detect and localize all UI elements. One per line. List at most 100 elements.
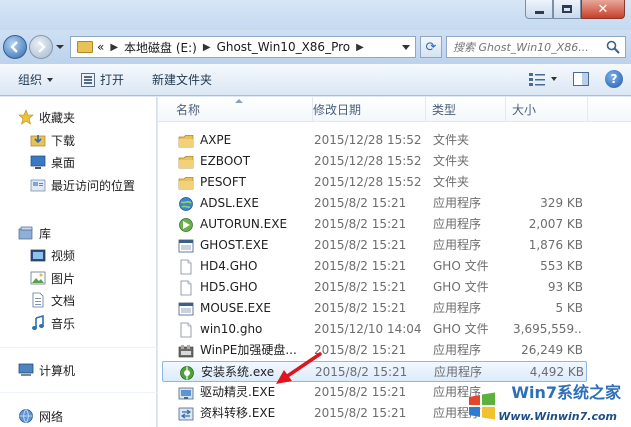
column-header-label: 类型 xyxy=(432,103,457,117)
sidebar-item-libraries[interactable]: 库 xyxy=(18,223,51,243)
sidebar-item-label: 桌面 xyxy=(51,155,76,170)
file-type: 文件夹 xyxy=(433,175,470,189)
view-options-dropdown[interactable] xyxy=(549,69,559,89)
address-bar[interactable]: « ▶ 本地磁盘 (E:) ▶ Ghost_Win10_X86_Pro ▶ xyxy=(70,36,416,58)
search-icon[interactable] xyxy=(606,40,620,54)
table-row[interactable]: AXPE 2015/12/28 15:52 文件夹 xyxy=(162,130,587,151)
table-row[interactable]: WinPE加强硬盘... 2015/8/2 15:21 应用程序 26,249 KB xyxy=(162,340,587,361)
minimize-button[interactable] xyxy=(525,0,553,19)
table-row[interactable]: AUTORUN.EXE 2015/8/2 15:21 应用程序 2,007 KB xyxy=(162,214,587,235)
recent-places-icon xyxy=(30,179,46,192)
file-name: EZBOOT xyxy=(200,154,251,168)
column-header-size[interactable]: 大小 xyxy=(506,97,588,122)
file-size xyxy=(513,151,583,172)
table-row[interactable]: PESOFT 2015/12/28 15:52 文件夹 xyxy=(162,172,587,193)
file-name-cell: ADSL.EXE xyxy=(178,193,306,214)
file-name-cell: GHOST.EXE xyxy=(178,235,306,256)
file-date: 2015/8/2 15:21 xyxy=(314,406,407,420)
sidebar-item-label: 收藏夹 xyxy=(39,110,76,125)
sidebar-item-label: 视频 xyxy=(51,248,76,263)
search-box[interactable] xyxy=(446,36,626,58)
file-name: HD5.GHO xyxy=(200,280,258,294)
table-row[interactable]: ADSL.EXE 2015/8/2 15:21 应用程序 329 KB xyxy=(162,193,587,214)
sidebar-item-favorites[interactable]: 收藏夹 xyxy=(18,107,75,127)
ghost-window-icon xyxy=(178,239,194,252)
video-library-icon xyxy=(30,249,46,262)
file-type: 应用程序 xyxy=(433,343,482,357)
table-row[interactable]: EZBOOT 2015/12/28 15:52 文件夹 xyxy=(162,151,587,172)
sidebar-item-network[interactable]: 网络 xyxy=(18,406,63,426)
column-header-label: 名称 xyxy=(176,103,201,117)
new-folder-button[interactable]: 新建文件夹 xyxy=(152,71,212,88)
file-size: 329 KB xyxy=(540,196,583,210)
column-header-date[interactable]: 修改日期 xyxy=(307,97,426,122)
maximize-icon xyxy=(562,5,572,13)
sidebar-item-music[interactable]: 音乐 xyxy=(30,313,75,333)
help-icon: ? xyxy=(610,72,618,86)
chevron-down-icon xyxy=(47,77,54,82)
back-button[interactable] xyxy=(3,35,27,59)
maximize-button[interactable] xyxy=(553,0,581,19)
breadcrumb-overflow[interactable]: « xyxy=(97,40,104,54)
file-name-cell: HD4.GHO xyxy=(178,256,306,277)
refresh-button[interactable]: ⟳ xyxy=(420,36,442,58)
table-row[interactable]: MOUSE.EXE 2015/8/2 15:21 应用程序 5 KB xyxy=(162,298,587,319)
table-row[interactable]: GHOST.EXE 2015/8/2 15:21 应用程序 1,876 KB xyxy=(162,235,587,256)
file-type: 文件夹 xyxy=(433,154,470,168)
file-name-cell: AUTORUN.EXE xyxy=(178,214,306,235)
star-icon xyxy=(18,109,34,125)
network-globe-icon xyxy=(179,196,193,211)
organize-menu[interactable]: 组织 xyxy=(18,71,54,88)
file-type: 应用程序 xyxy=(433,196,482,210)
breadcrumb-folder[interactable]: Ghost_Win10_X86_Pro xyxy=(217,40,351,54)
computer-icon xyxy=(18,363,34,376)
table-row[interactable]: HD4.GHO 2015/8/2 15:21 GHO 文件 553 KB xyxy=(162,256,587,277)
sidebar-item-label: 文档 xyxy=(51,293,76,308)
table-row[interactable]: win10.gho 2015/12/10 14:04 GHO 文件 3,695,559… xyxy=(162,319,587,340)
file-date: 2015/8/2 15:21 xyxy=(314,385,407,399)
forward-button[interactable] xyxy=(29,35,53,59)
library-icon xyxy=(18,226,33,240)
address-dropdown-button[interactable] xyxy=(402,45,410,50)
sidebar-item-videos[interactable]: 视频 xyxy=(30,245,75,265)
file-size: 5 KB xyxy=(555,301,583,315)
preview-pane-button[interactable] xyxy=(571,69,591,89)
new-folder-label: 新建文件夹 xyxy=(152,73,213,87)
sidebar-item-downloads[interactable]: 下载 xyxy=(30,130,75,150)
sidebar-item-documents[interactable]: 文档 xyxy=(30,290,75,310)
column-header-label: 大小 xyxy=(512,103,537,117)
file-date: 2015/12/28 15:52 xyxy=(314,175,422,189)
change-view-button[interactable] xyxy=(527,69,547,89)
file-date: 2015/8/2 15:21 xyxy=(314,301,407,315)
open-button[interactable]: 打开 xyxy=(81,71,124,88)
file-date: 2015/8/2 15:21 xyxy=(314,217,407,231)
sidebar-item-recent[interactable]: 最近访问的位置 xyxy=(30,175,135,195)
sidebar-item-computer[interactable]: 计算机 xyxy=(18,360,75,380)
file-type: 应用程序 xyxy=(433,217,482,231)
close-button[interactable]: ✕ xyxy=(581,0,625,19)
watermark-title: Win7系统之家 xyxy=(511,383,621,402)
file-size xyxy=(513,172,583,193)
recent-pages-dropdown[interactable] xyxy=(56,45,64,49)
file-type: 文件夹 xyxy=(433,133,470,147)
file-size: 1,876 KB xyxy=(528,238,583,252)
sidebar-item-label: 下载 xyxy=(51,133,76,148)
file-date: 2015/12/28 15:52 xyxy=(314,154,422,168)
sidebar-item-desktop[interactable]: 桌面 xyxy=(30,152,75,172)
breadcrumb-drive[interactable]: 本地磁盘 (E:) xyxy=(124,39,197,56)
file-name: 资料转移.EXE xyxy=(200,406,276,420)
file-date: 2015/8/2 15:21 xyxy=(315,365,408,379)
close-icon: ✕ xyxy=(597,1,609,17)
table-row[interactable]: HD5.GHO 2015/8/2 15:21 GHO 文件 93 KB xyxy=(162,277,587,298)
transfer-icon xyxy=(178,407,194,420)
minimize-icon xyxy=(534,10,544,14)
file-name-cell: EZBOOT xyxy=(178,151,306,172)
sidebar-item-label: 网络 xyxy=(39,409,64,424)
column-header-name[interactable]: 名称 xyxy=(170,97,313,122)
search-input[interactable] xyxy=(453,40,605,54)
help-button[interactable]: ? xyxy=(605,70,623,88)
sidebar-item-pictures[interactable]: 图片 xyxy=(30,268,75,288)
column-header-type[interactable]: 类型 xyxy=(426,97,506,122)
sidebar-item-label: 库 xyxy=(39,226,52,241)
file-name-cell: MOUSE.EXE xyxy=(178,298,306,319)
